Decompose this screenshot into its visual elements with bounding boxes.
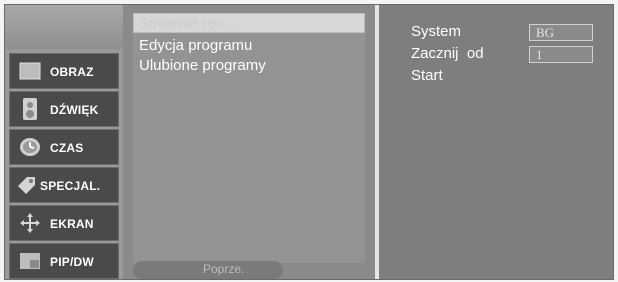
start-from-value-field[interactable]: 1 xyxy=(529,46,593,63)
submenu-list: Strojenie ręc... Edycja programu Ulubion… xyxy=(133,15,365,263)
start-button[interactable]: Start xyxy=(411,67,443,84)
sidebar-item-label: EKRAN xyxy=(50,217,94,231)
menu-item-favorite-programs[interactable]: Ulubione programy xyxy=(139,57,266,74)
sidebar-header xyxy=(5,5,123,49)
sidebar-item-label: PIP/DW xyxy=(50,255,94,269)
clock-icon xyxy=(18,135,42,159)
tag-icon xyxy=(14,173,38,197)
sidebar-item-label: DŹWIĘK xyxy=(50,103,99,117)
submenu-panel: Strojenie ręc... Edycja programu Ulubion… xyxy=(123,5,375,279)
sidebar-item-obraz[interactable]: OBRAZ xyxy=(9,53,119,89)
settings-panel: System BG Zacznij od 1 Start xyxy=(379,5,613,279)
picture-icon xyxy=(18,59,42,83)
speaker-icon xyxy=(18,97,42,121)
menu-item-manual-tuning[interactable]: Strojenie ręc... xyxy=(139,15,236,32)
sidebar: OBRAZ DŹWIĘK CZAS SPECJAL. EKRAN PIP/DW xyxy=(5,5,123,279)
sidebar-item-label: SPECJAL. xyxy=(40,179,101,193)
menu-item-program-edit[interactable]: Edycja programu xyxy=(139,37,252,54)
sidebar-item-pip-dw[interactable]: PIP/DW xyxy=(9,243,119,279)
pip-icon xyxy=(18,249,42,273)
system-label: System xyxy=(411,23,462,40)
sidebar-menu: OBRAZ DŹWIĘK CZAS SPECJAL. EKRAN PIP/DW xyxy=(9,53,119,281)
sidebar-item-label: CZAS xyxy=(50,141,84,155)
start-from-label: Zacznij od xyxy=(411,45,484,62)
system-value-field[interactable]: BG xyxy=(529,24,593,41)
sidebar-item-dzwiek[interactable]: DŹWIĘK xyxy=(9,91,119,127)
sidebar-item-specjal[interactable]: SPECJAL. xyxy=(9,167,119,203)
sidebar-item-label: OBRAZ xyxy=(50,65,94,79)
move-arrows-icon xyxy=(18,211,42,235)
tv-osd-menu: OBRAZ DŹWIĘK CZAS SPECJAL. EKRAN PIP/DW … xyxy=(4,4,614,280)
sidebar-item-ekran[interactable]: EKRAN xyxy=(9,205,119,241)
sidebar-item-czas[interactable]: CZAS xyxy=(9,129,119,165)
previous-button-label: Poprze. xyxy=(203,262,245,276)
previous-button[interactable]: Poprze. xyxy=(133,261,283,279)
